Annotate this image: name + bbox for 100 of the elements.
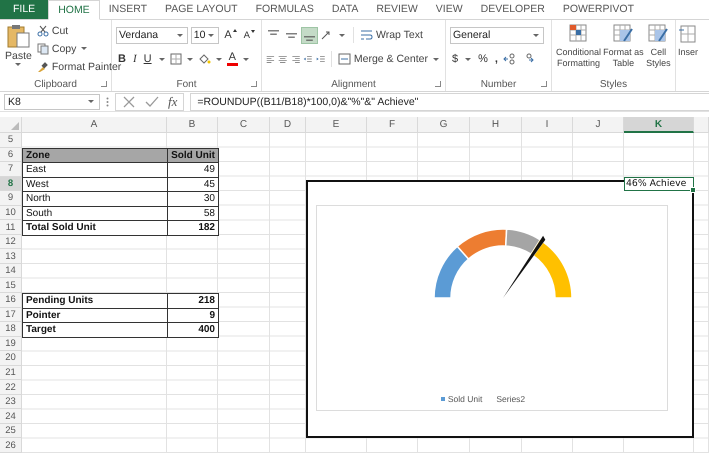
row-header[interactable]: 13	[0, 249, 22, 264]
row-header[interactable]: 25	[0, 424, 22, 438]
styles-button[interactable]: Conditional Formatting	[556, 23, 602, 77]
active-cell[interactable]: 46% Achieve	[624, 176, 694, 192]
grow-font-button[interactable]: A	[222, 29, 239, 41]
column-header[interactable]: H	[470, 117, 522, 133]
legend-label: Series2	[496, 394, 526, 404]
caret-icon	[15, 63, 22, 66]
bold-button[interactable]: B	[116, 53, 128, 65]
row-header[interactable]: 16	[0, 293, 22, 308]
font-size-field[interactable]: 10	[190, 26, 220, 44]
ribbon-tab[interactable]: VIEW	[426, 0, 472, 19]
dialog-launcher-icon[interactable]	[435, 81, 441, 87]
row-header[interactable]: 5	[0, 133, 22, 148]
ribbon-tab[interactable]: INSERT	[100, 0, 156, 19]
ribbon-tab[interactable]: DEVELOPER	[472, 0, 554, 19]
row-header[interactable]: 22	[0, 380, 22, 395]
column-header[interactable]: D	[270, 117, 306, 133]
row-header[interactable]: 23	[0, 394, 22, 410]
row-header[interactable]: 14	[0, 264, 22, 278]
row-header[interactable]: 9	[0, 191, 22, 206]
copy-icon	[36, 42, 49, 54]
column-header[interactable]: G	[418, 117, 470, 133]
underline-button[interactable]: U	[142, 53, 154, 65]
column-header[interactable]: J	[573, 117, 624, 133]
group-label: Clipboard	[34, 78, 77, 90]
caret-icon	[242, 58, 249, 60]
row-header[interactable]: 12	[0, 234, 22, 250]
horizontal-align-icon[interactable]	[290, 53, 300, 65]
row-header[interactable]: 17	[0, 308, 22, 322]
increase-decimal-icon[interactable]	[502, 53, 517, 65]
fill-bucket-icon[interactable]	[198, 53, 211, 65]
currency-button[interactable]: $	[450, 53, 460, 65]
column-header[interactable]: B	[167, 117, 218, 133]
name-box[interactable]: K8	[4, 94, 100, 110]
wrap-text-button[interactable]: Wrap Text	[360, 28, 423, 42]
align-lines-icon	[304, 36, 315, 40]
font-color-button[interactable]: A	[226, 52, 238, 66]
ribbon-tab[interactable]: POWERPIVOT	[554, 0, 644, 19]
caret-icon	[216, 58, 222, 60]
ribbon-tab[interactable]: FILE	[0, 0, 48, 19]
increase-indent-icon[interactable]	[316, 53, 326, 65]
horizontal-align-icon[interactable]	[266, 53, 276, 65]
row-header[interactable]: 11	[0, 220, 22, 235]
column-header[interactable]: F	[367, 117, 418, 133]
ribbon-tab[interactable]: PAGE LAYOUT	[156, 0, 247, 19]
legend-label: Sold Unit	[448, 394, 482, 404]
paste-button[interactable]: Paste	[4, 23, 33, 77]
column-header[interactable]: K	[624, 117, 694, 133]
table-cell: 49	[167, 162, 219, 178]
align-lines-icon	[286, 32, 297, 38]
column-header[interactable]: C	[218, 117, 270, 133]
row-header[interactable]: 6	[0, 148, 22, 162]
comma-button[interactable]: ,	[492, 53, 500, 65]
insert-button[interactable]: Inser	[678, 23, 698, 91]
row-header[interactable]: 19	[0, 336, 22, 352]
gauge-needle	[503, 236, 546, 298]
row-header[interactable]: 10	[0, 206, 22, 220]
dialog-launcher-icon[interactable]	[251, 81, 257, 87]
dialog-launcher-icon[interactable]	[101, 81, 107, 87]
fill-handle[interactable]	[690, 187, 696, 194]
table-cell: 182	[167, 220, 219, 236]
number-format-field[interactable]: General	[450, 26, 544, 44]
horizontal-align-icon[interactable]	[278, 53, 288, 65]
ribbon-tab[interactable]: HOME	[48, 0, 100, 20]
table-cell: North	[22, 191, 168, 207]
row-header[interactable]: 15	[0, 278, 22, 294]
column-header[interactable]: A	[22, 117, 167, 133]
font-name-field[interactable]: Verdana	[116, 26, 188, 44]
merge-center-button[interactable]: Merge & Center	[338, 52, 441, 66]
column-header[interactable]: I	[522, 117, 573, 133]
italic-button[interactable]: I	[130, 53, 139, 65]
row-header[interactable]: 7	[0, 162, 22, 177]
caret-icon	[176, 34, 183, 36]
ribbon-tab[interactable]: DATA	[322, 0, 368, 19]
row-header[interactable]: 20	[0, 351, 22, 366]
vertical-align-button[interactable]	[302, 28, 317, 42]
ribbon-tab[interactable]: REVIEW	[367, 0, 427, 19]
decrease-indent-icon[interactable]	[303, 53, 313, 65]
row-header[interactable]: 26	[0, 438, 22, 453]
styles-button[interactable]: Format as Table	[603, 23, 644, 77]
enter-check-icon[interactable]	[145, 94, 159, 108]
table-cell: Total Sold Unit	[22, 220, 168, 236]
row-header[interactable]: 18	[0, 322, 22, 337]
column-header-cell: Sold Unit	[167, 148, 219, 164]
row-header[interactable]: 21	[0, 366, 22, 380]
percent-button[interactable]: %	[476, 53, 490, 65]
styles-button[interactable]: Cell Styles	[646, 23, 671, 77]
border-icon[interactable]	[170, 53, 182, 65]
formula-field[interactable]: =ROUNDUP((B11/B18)*100,0)&"%"&" Achieve"	[190, 92, 709, 110]
row-header[interactable]: 24	[0, 409, 22, 424]
table-cell: Target	[22, 322, 168, 338]
column-header[interactable]: E	[306, 117, 367, 133]
cancel-icon[interactable]	[122, 94, 136, 108]
dialog-launcher-icon[interactable]	[541, 81, 547, 87]
insert-function-button[interactable]: fx	[168, 94, 178, 110]
ribbon-tab[interactable]: FORMULAS	[246, 0, 323, 19]
row-header[interactable]: 8	[0, 176, 22, 192]
shrink-font-button[interactable]: A	[242, 30, 257, 40]
caret-icon	[186, 58, 193, 60]
